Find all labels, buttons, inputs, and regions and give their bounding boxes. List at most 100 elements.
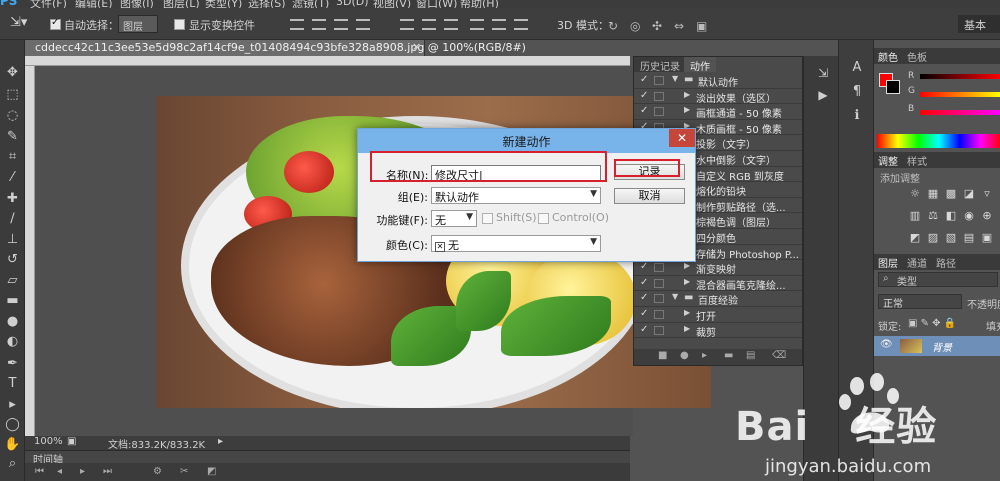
action-row[interactable]: ✓ ▶ 裁剪 [634,323,802,339]
chevron-right-icon[interactable]: ▶ [684,90,690,99]
function-key-select[interactable]: 无 ▼ [431,210,477,227]
shift-checkbox[interactable] [482,213,493,224]
document-tab[interactable]: cddecc42c11c3ee53e5d98c2af14cf9e_t014084… [25,40,526,56]
tab-swatches[interactable]: 色板 [907,49,927,64]
menu-window[interactable]: 窗口(W) [416,0,457,8]
align-left-icon[interactable] [356,19,370,30]
menu-edit[interactable]: 编辑(E) [75,0,113,8]
chevron-right-icon[interactable]: ▶ [684,105,690,114]
first-frame-icon[interactable]: ⏮ [35,466,44,477]
healing-brush-tool-icon[interactable]: ✚ [4,190,21,207]
transform-controls-checkbox[interactable] [174,19,185,30]
lasso-tool-icon[interactable]: ◌ [4,107,21,124]
cancel-button[interactable]: 取消 [614,188,685,204]
auto-select-dropdown[interactable]: 图层 [118,15,158,33]
menu-image[interactable]: 图像(I) [120,0,154,8]
menu-filter[interactable]: 滤镜(T) [292,0,329,8]
tab-styles[interactable]: 样式 [907,153,927,168]
tab-adjustments[interactable]: 调整 [878,153,898,168]
dialog-toggle-icon[interactable] [654,107,664,117]
quick-select-tool-icon[interactable]: ✎ [4,128,21,145]
path-select-tool-icon[interactable]: ▸ [4,396,21,413]
action-set-row[interactable]: ✓ ▼ ▬ 默认动作 [634,73,802,89]
move-tool-icon[interactable]: ⇲▾ [10,15,27,30]
green-slider[interactable] [920,92,1000,97]
play-action-icon[interactable]: ▸ [702,350,707,361]
play-icon[interactable]: ▸ [80,466,85,477]
menu-layer[interactable]: 图层(L) [163,0,200,8]
chevron-right-icon[interactable]: ▶ [684,308,690,317]
photo-filter-icon[interactable]: ◉ [962,210,976,222]
toggle-checkmark-icon[interactable]: ✓ [640,292,648,303]
distribute-left-icon[interactable] [470,19,484,30]
rotate-3d-icon[interactable]: ↻ [608,19,618,33]
chevron-right-icon[interactable]: ▶ [684,261,690,270]
black-white-icon[interactable]: ◧ [944,210,958,222]
toggle-checkmark-icon[interactable]: ✓ [640,261,648,272]
set-select[interactable]: 默认动作 ▼ [431,187,601,204]
gradient-tool-icon[interactable]: ▬ [4,292,21,309]
action-row[interactable]: ✓ ▶ 淡出效果（选区） [634,89,802,105]
control-checkbox[interactable] [538,213,549,224]
tab-layers[interactable]: 图层 [878,255,898,270]
toggle-checkmark-icon[interactable]: ✓ [640,90,648,101]
play-panel-icon[interactable]: ▶ [816,88,830,102]
distribute-center-icon[interactable] [492,19,506,30]
dialog-toggle-icon[interactable] [654,76,664,85]
align-middle-icon[interactable] [312,19,326,30]
toggle-checkmark-icon[interactable]: ✓ [640,105,648,116]
slide-3d-icon[interactable]: ⇔ [674,19,684,33]
action-set-row[interactable]: ✓ ▼ ▬ 百度经验 [634,291,802,307]
auto-select-checkbox[interactable] [50,17,61,30]
tab-history[interactable]: 历史记录 [634,57,686,73]
curves-icon[interactable]: ▩ [944,188,958,200]
action-row[interactable]: ✓ ▶ 混合器画笔克隆绘... [634,276,802,292]
channel-mixer-icon[interactable]: ⊕ [980,210,994,222]
tab-actions[interactable]: 动作 [684,57,716,73]
align-bottom-icon[interactable] [334,19,348,30]
action-row[interactable]: ✓ ▶ 打开 [634,307,802,323]
workspace-switcher[interactable]: 基本 [958,15,1000,33]
chevron-down-icon[interactable]: ▼ [672,292,678,301]
clone-stamp-tool-icon[interactable]: ⊥ [4,231,21,248]
menu-3d[interactable]: 3D(D) [336,0,369,8]
dialog-toggle-icon[interactable] [654,278,664,288]
zoom-tool-icon[interactable]: ⌕ [4,455,21,472]
tab-channels[interactable]: 通道 [907,255,927,270]
drag-3d-icon[interactable]: ✣ [652,19,662,33]
exposure-icon[interactable]: ◪ [962,188,976,200]
threshold-icon[interactable]: ▧ [944,232,958,244]
crop-tool-icon[interactable]: ⌗ [4,148,21,165]
pen-tool-icon[interactable]: ✒ [4,355,21,372]
toggle-checkmark-icon[interactable]: ✓ [640,74,648,85]
paragraph-icon[interactable]: ¶ [849,84,865,100]
history-icon[interactable]: ⇲ [816,66,830,80]
tab-paths[interactable]: 路径 [936,255,956,270]
glyph-icon[interactable]: ℹ [849,108,865,124]
menu-type[interactable]: 类型(Y) [205,0,242,8]
dialog-toggle-icon[interactable] [654,310,664,319]
close-document-icon[interactable]: × [412,40,421,53]
action-row[interactable]: ✓ ▶ 画框通道 - 50 像素 [634,104,802,120]
scale-3d-icon[interactable]: ▣ [696,19,707,33]
blue-slider[interactable] [920,110,1000,115]
color-balance-icon[interactable]: ⚖ [926,210,940,222]
toggle-checkmark-icon[interactable]: ✓ [640,277,648,288]
levels-icon[interactable]: ▦ [926,188,940,200]
action-row[interactable]: ✓ ▶ 渐变映射 [634,260,802,276]
distribute-right-icon[interactable] [514,19,528,30]
timeline-tab[interactable]: 时间轴 [25,450,630,466]
next-frame-icon[interactable]: ⏭ [103,466,112,477]
dialog-toggle-icon[interactable] [654,263,664,273]
distribute-bottom-icon[interactable] [444,19,458,30]
lock-icons[interactable]: ▣ ✎ ✥ 🔒 [908,318,956,329]
new-action-icon[interactable]: ▤ [746,350,755,361]
prev-frame-icon[interactable]: ◂ [57,466,62,477]
layer-filter[interactable]: ⌕ 类型 [878,272,998,288]
dialog-title-bar[interactable]: 新建动作 ✕ [358,129,695,153]
gradient-map-icon[interactable]: ▤ [962,232,976,244]
roll-3d-icon[interactable]: ◎ [630,19,640,33]
delete-icon[interactable]: ⌫ [772,350,786,361]
invert-icon[interactable]: ◩ [908,232,922,244]
chevron-right-icon[interactable]: ▶ [684,277,690,286]
